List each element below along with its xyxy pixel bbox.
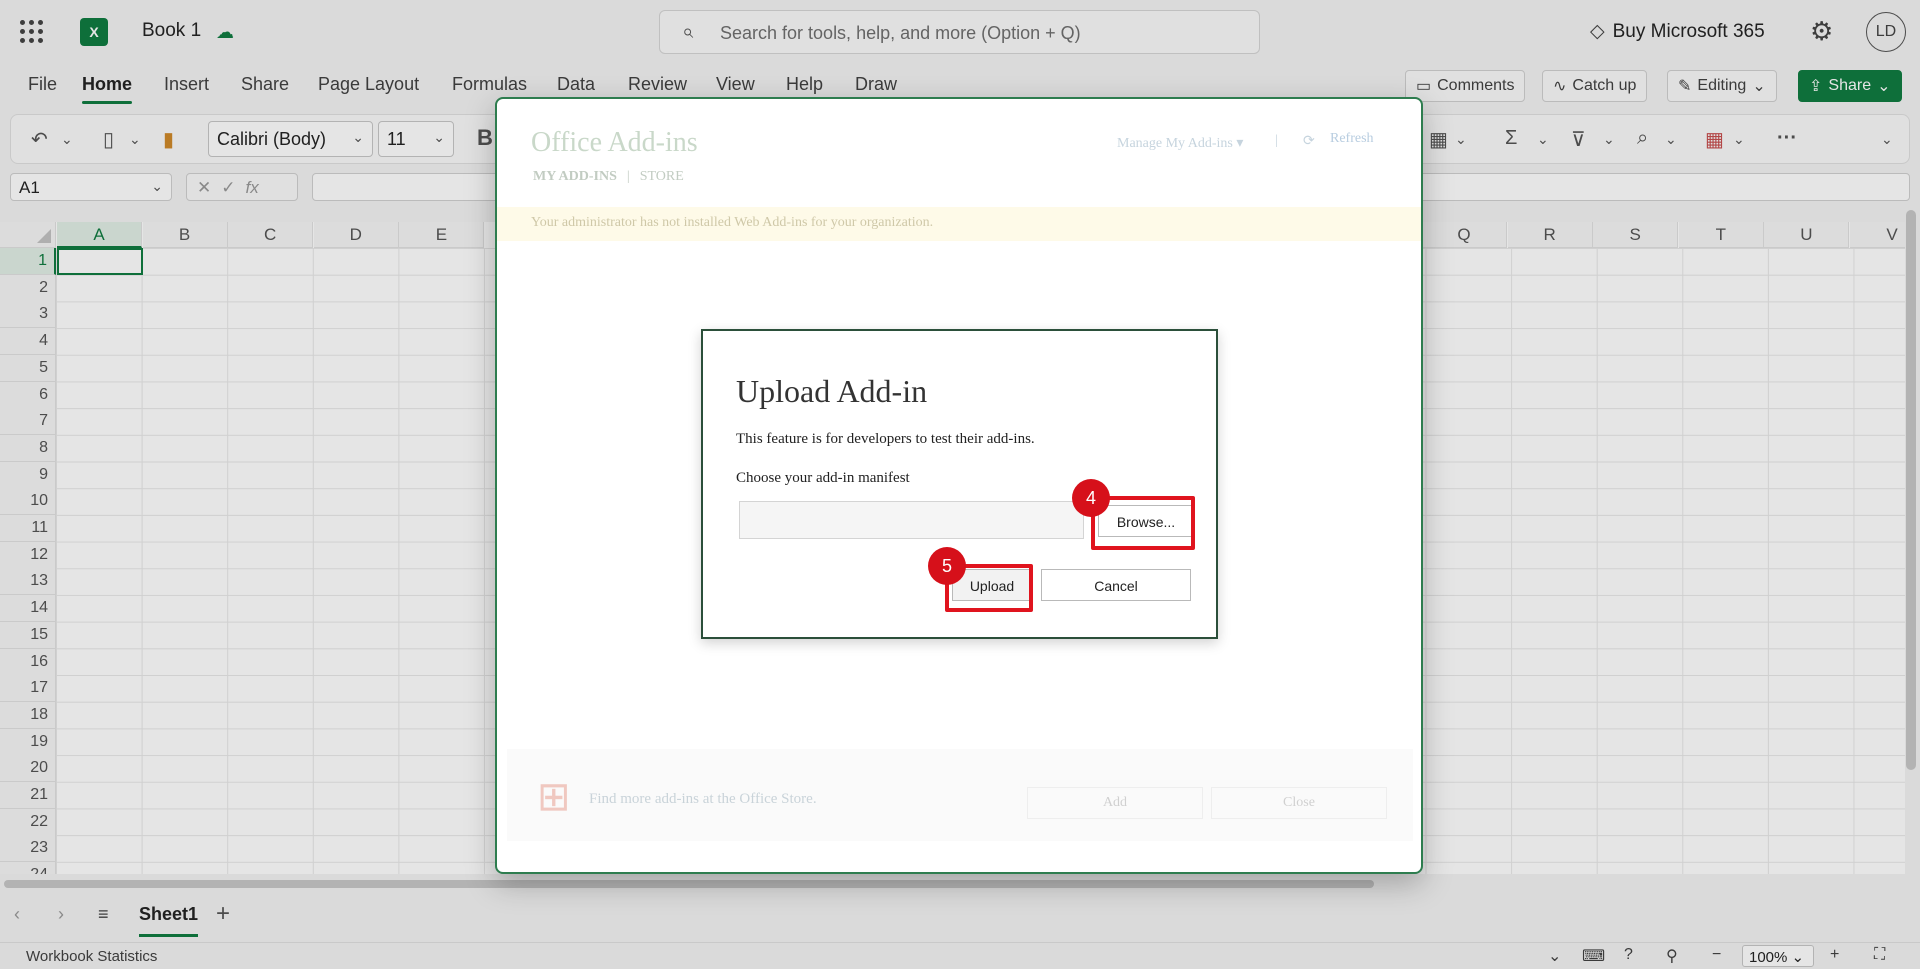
upload-dialog-title: Upload Add-in xyxy=(736,373,928,409)
step-badge-5: 5 xyxy=(928,547,966,585)
manage-addins-label: Manage My Add-ins xyxy=(1117,136,1233,151)
refresh-link[interactable]: Refresh xyxy=(1330,131,1374,147)
header-separator: | xyxy=(1275,133,1278,148)
find-more-link[interactable]: Find more add-ins at the Office Store. xyxy=(589,791,817,808)
refresh-icon[interactable]: ⟳ xyxy=(1303,133,1315,150)
add-button[interactable]: Add xyxy=(1027,787,1203,819)
admin-notice: Your administrator has not installed Web… xyxy=(497,207,1421,241)
close-button[interactable]: Close xyxy=(1211,787,1387,819)
manifest-file-input[interactable] xyxy=(739,501,1084,539)
upload-description: This feature is for developers to test t… xyxy=(736,431,1035,447)
cancel-button[interactable]: Cancel xyxy=(1041,569,1191,601)
step-badge-4: 4 xyxy=(1072,479,1110,517)
caret-down-icon: ▾ xyxy=(1236,136,1244,151)
manifest-label: Choose your add-in manifest xyxy=(736,470,910,486)
tab-store[interactable]: STORE xyxy=(640,169,684,184)
tab-separator: | xyxy=(626,169,630,184)
addins-footer: ⊞ Find more add-ins at the Office Store.… xyxy=(507,749,1413,841)
tab-my-addins[interactable]: MY ADD-INS xyxy=(533,169,617,184)
addins-tabs: MY ADD-INS | STORE xyxy=(533,169,684,185)
addins-dialog-title: Office Add-ins xyxy=(531,127,698,158)
manage-addins-link[interactable]: Manage My Add-ins ▾ xyxy=(1117,135,1243,152)
store-add-icon: ⊞ xyxy=(537,774,571,819)
